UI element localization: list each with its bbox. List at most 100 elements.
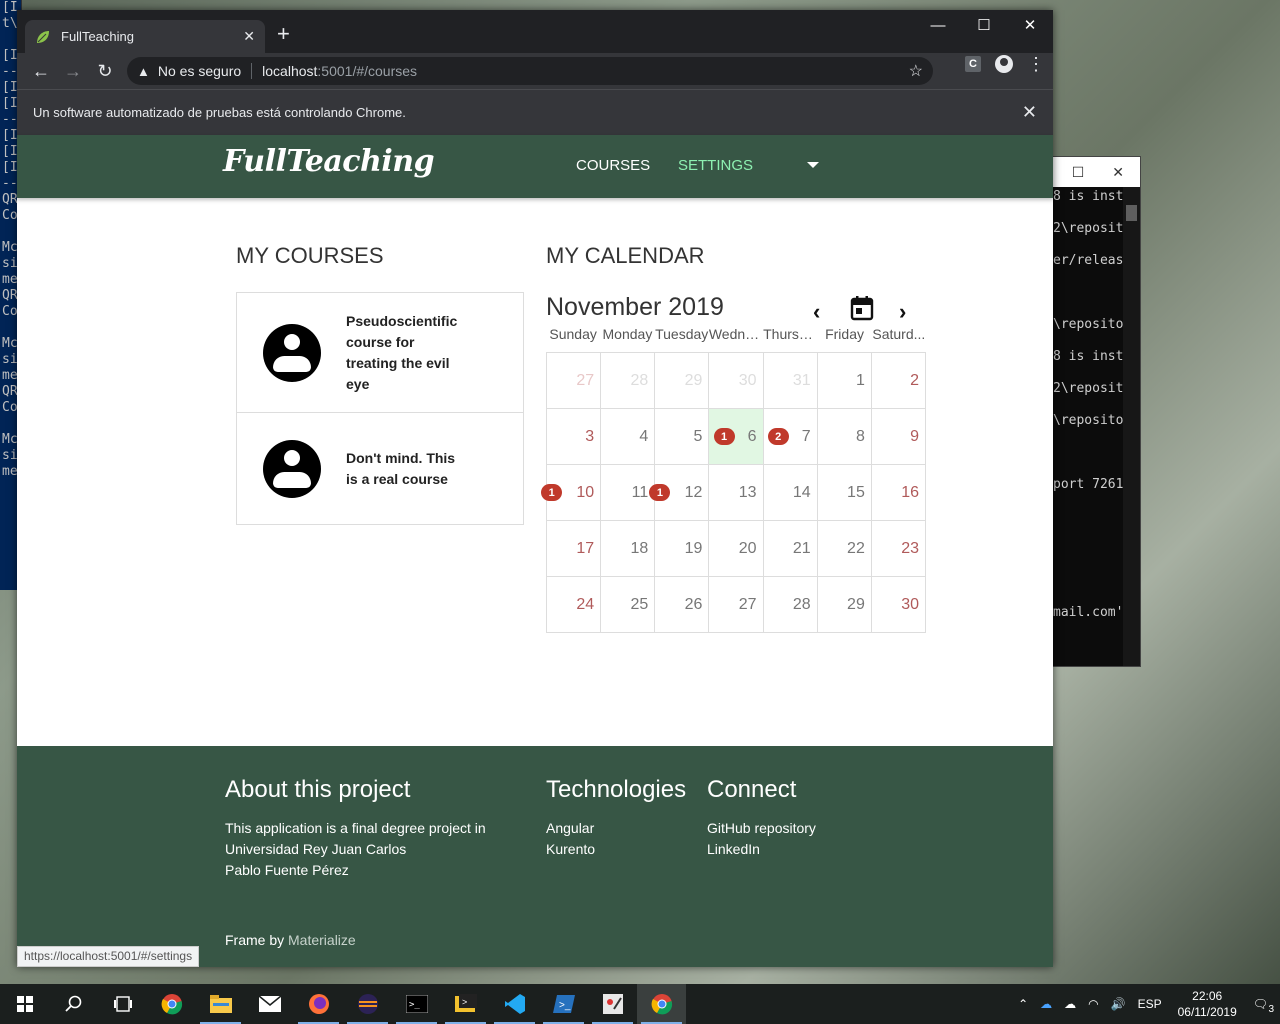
taskbar-chrome-active-icon[interactable] (637, 984, 686, 1024)
session-count-badge[interactable]: 1 (541, 484, 563, 501)
back-button[interactable]: ← (25, 55, 57, 87)
calendar-day-cell[interactable]: 24 (547, 577, 602, 633)
profile-icon[interactable] (995, 55, 1013, 73)
session-count-badge[interactable]: 1 (713, 428, 735, 445)
calendar-day-cell[interactable]: 22 (817, 521, 872, 577)
taskbar-chrome-icon[interactable] (147, 984, 196, 1024)
calendar-day-cell[interactable]: 11 (601, 465, 656, 521)
chrome-menu-icon[interactable]: ⋮ (1027, 55, 1045, 73)
brand-logo[interactable]: FullTeaching (223, 144, 435, 179)
calendar-day-cell[interactable]: 30 (871, 577, 926, 633)
calendar-day-cell[interactable]: 28 (601, 353, 656, 409)
tray-chevron-icon[interactable]: ⌃ (1018, 997, 1028, 1011)
taskbar-eclipse-icon[interactable] (343, 984, 392, 1024)
taskbar-powershell-ise-icon[interactable]: > (441, 984, 490, 1024)
calendar-day-cell[interactable]: 26 (655, 577, 710, 633)
infobar-close-icon[interactable]: ✕ (1022, 102, 1037, 123)
calendar-today-icon[interactable] (850, 295, 874, 321)
footer-tech-link[interactable]: Angular (546, 818, 595, 839)
calendar-day-cell[interactable]: 30 (709, 353, 764, 409)
taskbar-windows-start-icon[interactable] (0, 984, 49, 1024)
cmd-window-background[interactable]: ☐ ✕ 8 is inst 2\reposit er/releas \reposito… (1052, 156, 1141, 667)
calendar-day-cell[interactable]: 2 (871, 353, 926, 409)
calendar-day-cell[interactable]: 23 (871, 521, 926, 577)
nav-settings-link[interactable]: SETTINGS (678, 157, 753, 174)
calendar-day-cell[interactable]: 27 (547, 353, 602, 409)
calendar-day-cell[interactable]: 4 (601, 409, 656, 465)
taskbar-firefox-icon[interactable] (294, 984, 343, 1024)
tab-fullteaching[interactable]: FullTeaching ✕ (25, 20, 265, 53)
linkedin-link[interactable]: LinkedIn (707, 839, 816, 860)
forward-button[interactable]: → (57, 55, 89, 87)
calendar-day-cell[interactable]: 29 (655, 353, 710, 409)
calendar-day-cell[interactable]: 13 (709, 465, 764, 521)
notification-center-icon[interactable]: 🗨 3 (1253, 997, 1274, 1015)
session-count-badge[interactable]: 2 (767, 428, 789, 445)
calendar-day-cell[interactable]: 18 (601, 521, 656, 577)
taskbar-file-explorer-icon[interactable] (196, 984, 245, 1024)
calendar-day-cell[interactable]: 12 1 (649, 465, 710, 521)
calendar-day-cell[interactable]: 5 (655, 409, 710, 465)
close-tab-icon[interactable]: ✕ (243, 28, 255, 45)
reload-button[interactable]: ↻ (89, 55, 121, 87)
maximize-icon[interactable]: ☐ (1072, 164, 1085, 181)
nav-dropdown-caret-icon[interactable] (807, 162, 819, 168)
language-indicator[interactable]: ESP (1138, 997, 1162, 1011)
calendar-day-cell[interactable]: 16 (871, 465, 926, 521)
warning-icon[interactable]: ▲ (137, 64, 150, 79)
cmd-scrollbar[interactable] (1123, 187, 1140, 666)
course-item[interactable]: Don't mind. This is a real course (237, 413, 523, 524)
calendar-day-cell[interactable]: 28 (763, 577, 818, 633)
bookmark-star-icon[interactable]: ☆ (909, 61, 923, 81)
course-item[interactable]: Pseudoscientific course for treating the… (237, 293, 523, 413)
course-name[interactable]: Don't mind. This is a real course (346, 448, 466, 490)
course-name[interactable]: Pseudoscientific course for treating the… (346, 311, 466, 395)
calendar-day-cell[interactable]: 20 (709, 521, 764, 577)
taskbar-task-view-icon[interactable] (98, 984, 147, 1024)
calendar-day-cell[interactable]: 21 (763, 521, 818, 577)
calendar-prev-icon[interactable]: ‹ (813, 299, 820, 325)
calendar-day-cell[interactable]: 19 (655, 521, 710, 577)
extension-icon[interactable]: C (965, 56, 981, 72)
calendar-day-cell[interactable]: 15 (817, 465, 872, 521)
calendar-next-icon[interactable]: › (899, 299, 906, 325)
calendar-day-cell[interactable]: 27 (709, 577, 764, 633)
system-clock[interactable]: 22:06 06/11/2019 (1178, 988, 1237, 1020)
taskbar-mail-icon[interactable] (245, 984, 294, 1024)
cloud-icon[interactable]: ☁ (1064, 997, 1076, 1011)
calendar-day-cell[interactable]: 8 (817, 409, 872, 465)
close-window-button[interactable]: ✕ (1007, 10, 1053, 40)
calendar-day-cell[interactable]: 25 (601, 577, 656, 633)
calendar-day-cell[interactable]: 10 1 (541, 465, 602, 521)
calendar-day-cell[interactable]: 29 (817, 577, 872, 633)
url-host[interactable]: localhost (262, 63, 317, 79)
taskbar-vscode-icon[interactable] (490, 984, 539, 1024)
address-bar[interactable]: ▲ No es seguro localhost :5001/#/courses… (127, 57, 933, 85)
cmd-titlebar[interactable]: ☐ ✕ (1053, 157, 1140, 187)
onedrive-icon[interactable]: ☁ (1040, 997, 1052, 1011)
taskbar-search-icon[interactable] (49, 984, 98, 1024)
wifi-icon[interactable]: ◠ (1088, 997, 1098, 1011)
calendar-day-cell[interactable]: 1 (817, 353, 872, 409)
calendar-day-cell[interactable]: 17 (547, 521, 602, 577)
taskbar-powershell-icon[interactable]: >_ (539, 984, 588, 1024)
calendar-day-cell[interactable]: 72 (763, 409, 818, 465)
volume-icon[interactable]: 🔊 (1111, 997, 1126, 1011)
maximize-button[interactable]: ☐ (961, 10, 1007, 40)
session-count-badge[interactable]: 1 (649, 484, 671, 501)
security-status[interactable]: No es seguro (158, 63, 241, 79)
url-path[interactable]: :5001/#/courses (317, 63, 417, 79)
footer-tech-link[interactable]: Kurento (546, 839, 595, 860)
minimize-button[interactable]: — (915, 10, 961, 40)
taskbar-paint-icon[interactable] (588, 984, 637, 1024)
nav-courses-link[interactable]: COURSES (576, 157, 650, 174)
close-icon[interactable]: ✕ (1112, 164, 1124, 181)
github-link[interactable]: GitHub repository (707, 818, 816, 839)
calendar-day-cell[interactable]: 61 (709, 409, 764, 465)
new-tab-button[interactable]: + (277, 23, 290, 45)
calendar-day-cell[interactable]: 3 (547, 409, 602, 465)
calendar-day-cell[interactable]: 14 (763, 465, 818, 521)
taskbar-cmd-icon[interactable]: >_ (392, 984, 441, 1024)
materialize-link[interactable]: Materialize (288, 932, 356, 948)
calendar-day-cell[interactable]: 9 (871, 409, 926, 465)
